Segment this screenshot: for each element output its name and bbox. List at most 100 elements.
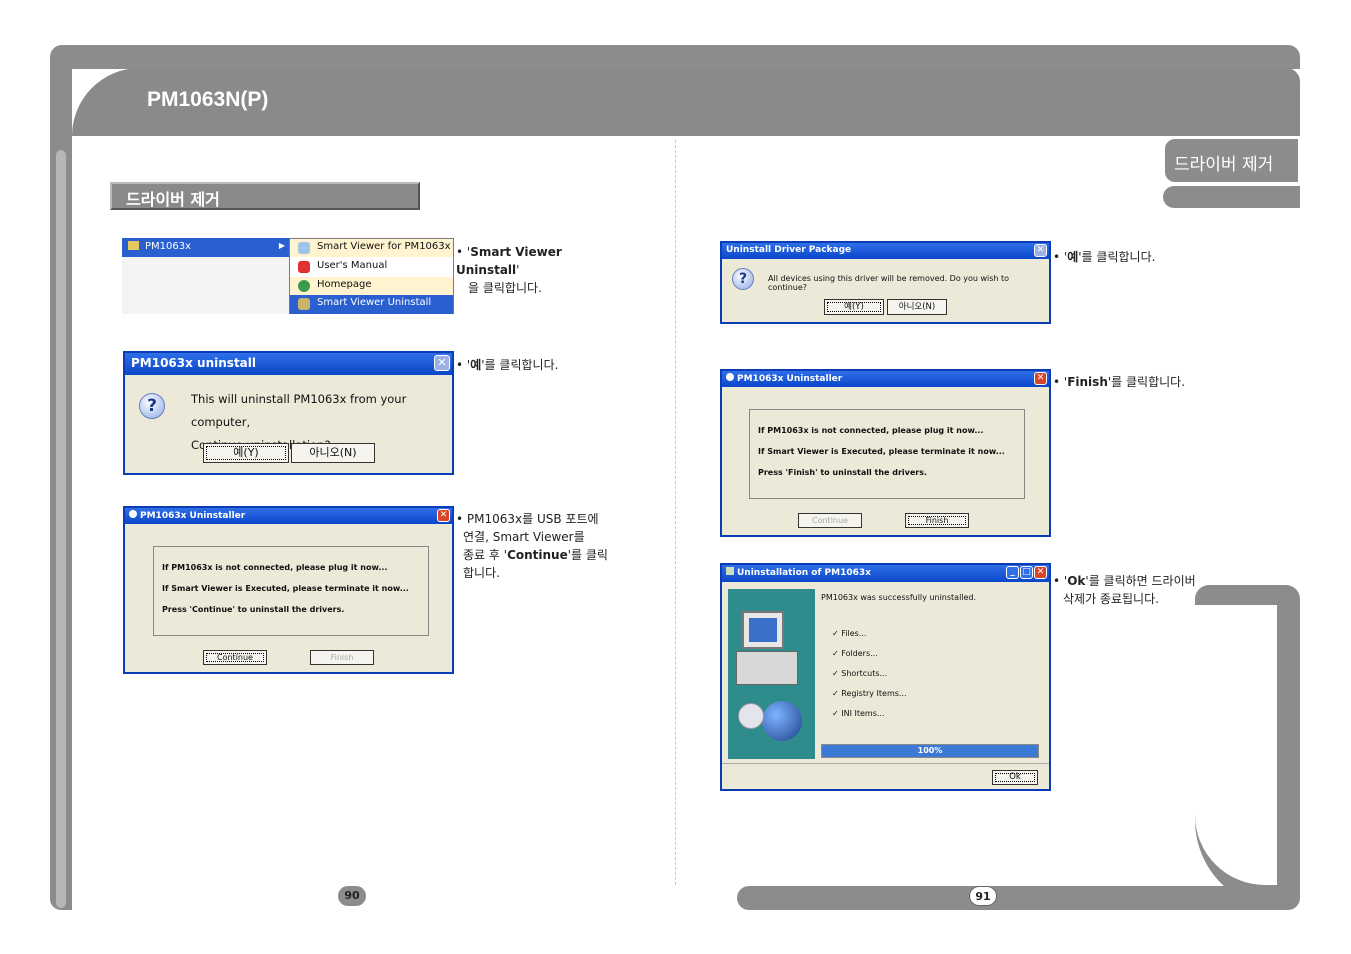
- cd-icon: [738, 703, 764, 729]
- removed-items-list: ✓ Files... ✓ Folders... ✓ Shortcuts... ✓…: [832, 629, 907, 729]
- dialog-titlebar: Uninstall Driver Package ✕: [722, 243, 1049, 259]
- step3-line3-suffix: '를 클릭: [567, 548, 608, 562]
- menu-item-smart-viewer-uninstall[interactable]: Smart Viewer Uninstall: [290, 295, 453, 314]
- menu-item-smart-viewer[interactable]: Smart Viewer for PM1063x: [290, 239, 453, 257]
- success-message: PM1063x was successfully uninstalled.: [821, 593, 977, 602]
- globe-icon: [298, 280, 310, 292]
- progress-bar: 100%: [821, 744, 1039, 758]
- menu-item-homepage[interactable]: Homepage: [290, 277, 453, 295]
- close-icon[interactable]: ✕: [1034, 372, 1047, 385]
- uninstaller-continue-dialog: PM1063x Uninstaller ✕ If PM1063x is not …: [123, 506, 454, 674]
- step2-prefix: • ': [456, 358, 471, 372]
- removed-item: ✓ Shortcuts...: [832, 669, 907, 689]
- close-icon[interactable]: ✕: [434, 355, 450, 371]
- minimize-icon[interactable]: _: [1006, 566, 1019, 579]
- step4-suffix: '를 클릭합니다.: [1078, 250, 1156, 264]
- folder-icon: [128, 241, 139, 250]
- step1-emphasis: Smart Viewer Uninstall: [456, 245, 562, 277]
- checkmark-icon: ✓: [832, 629, 842, 638]
- page-frame-top: [50, 45, 1300, 69]
- step1-suffix: ': [516, 263, 520, 277]
- yes-button[interactable]: 예(Y): [203, 443, 289, 463]
- no-button[interactable]: 아니오(N): [887, 299, 947, 315]
- step1-text: • 'Smart Viewer Uninstall' 을 클릭합니다.: [456, 243, 626, 297]
- continue-button[interactable]: Continue: [203, 650, 267, 665]
- message-panel: If PM1063x is not connected, please plug…: [153, 546, 429, 636]
- computer-illustration: [728, 589, 815, 759]
- question-icon: ?: [732, 268, 754, 290]
- uninstall-complete-dialog: Uninstallation of PM1063x _ □ ✕ PM1063x …: [720, 563, 1051, 791]
- continue-button[interactable]: Continue: [798, 513, 862, 528]
- question-icon: ?: [139, 393, 165, 419]
- step3-line2: 연결, Smart Viewer를: [463, 530, 585, 544]
- removed-item-label: INI Items...: [841, 709, 885, 718]
- menu-item-users-manual[interactable]: User's Manual: [290, 258, 453, 276]
- close-icon[interactable]: ✕: [1034, 566, 1047, 579]
- step3-line1: • PM1063x를 USB 포트에: [456, 512, 599, 526]
- menu-item-label: User's Manual: [317, 260, 388, 271]
- right-decor-curve-inner: [1195, 605, 1277, 885]
- menu-program-group[interactable]: PM1063x ▶: [122, 238, 289, 257]
- step6-prefix: • ': [1053, 574, 1068, 588]
- finish-button[interactable]: Finish: [310, 650, 374, 665]
- step6-suffix: '를 클릭하면 드라이버: [1085, 574, 1196, 588]
- yes-button[interactable]: 예(Y): [824, 299, 884, 315]
- menu-item-label: Smart Viewer Uninstall: [317, 297, 432, 308]
- step3-line4: 합니다.: [463, 566, 500, 580]
- menu-item-label: Homepage: [317, 279, 372, 290]
- checkmark-icon: ✓: [832, 689, 842, 698]
- finish-button[interactable]: Finish: [905, 513, 969, 528]
- dialog-title: PM1063x Uninstaller: [737, 374, 843, 384]
- message-panel: If PM1063x is not connected, please plug…: [749, 409, 1025, 499]
- removed-item: ✓ INI Items...: [832, 709, 907, 729]
- step6-line2: 삭제가 종료됩니다.: [1063, 592, 1159, 606]
- app-icon: [129, 510, 137, 518]
- removed-item-label: Registry Items...: [841, 689, 907, 698]
- dialog-titlebar: Uninstallation of PM1063x _ □ ✕: [722, 565, 1049, 582]
- message-line1: If PM1063x is not connected, please plug…: [162, 563, 388, 572]
- removed-item: ✓ Folders...: [832, 649, 907, 669]
- viewer-app-icon: [298, 242, 310, 254]
- dialog-titlebar: PM1063x uninstall ✕: [125, 353, 452, 375]
- message-line3: Press 'Continue' to uninstall the driver…: [162, 605, 345, 614]
- menu-item-label: Smart Viewer for PM1063x: [317, 241, 451, 252]
- no-button[interactable]: 아니오(N): [291, 443, 375, 463]
- checkmark-icon: ✓: [832, 709, 842, 718]
- page-divider: [675, 140, 676, 885]
- step3-line3-prefix: 종료 후 ': [463, 548, 508, 562]
- step4-text: • '예'를 클릭합니다.: [1053, 248, 1155, 266]
- maximize-icon[interactable]: □: [1020, 566, 1033, 579]
- page-number-left: 90: [338, 886, 366, 906]
- ok-button[interactable]: Ok: [992, 770, 1038, 785]
- monitor-icon: [742, 611, 784, 649]
- step3-emphasis: Continue: [507, 548, 568, 562]
- dialog-titlebar: PM1063x Uninstaller ✕: [722, 371, 1049, 387]
- chapter-tab: 드라이버 제거: [1163, 137, 1300, 184]
- removed-item: ✓ Files...: [832, 629, 907, 649]
- step2-text: • '예'를 클릭합니다.: [456, 356, 558, 374]
- step6-emphasis: Ok: [1067, 574, 1086, 588]
- close-icon[interactable]: ✕: [1034, 244, 1047, 257]
- removed-item-label: Shortcuts...: [841, 669, 888, 678]
- uninstall-icon: [298, 298, 310, 310]
- dialog-title: Uninstall Driver Package: [726, 245, 852, 255]
- removed-item: ✓ Registry Items...: [832, 689, 907, 709]
- message-line3: Press 'Finish' to uninstall the drivers.: [758, 468, 928, 477]
- message-line1: If PM1063x is not connected, please plug…: [758, 426, 984, 435]
- footer-divider: [722, 763, 1049, 764]
- uninstall-confirm-dialog: PM1063x uninstall ✕ ? This will uninstal…: [123, 351, 454, 475]
- bottom-bar: [737, 886, 1300, 910]
- step5-suffix: '를 클릭합니다.: [1107, 375, 1186, 389]
- dialog-title: Uninstallation of PM1063x: [737, 568, 871, 578]
- app-icon: [726, 373, 734, 381]
- computer-case-icon: [736, 651, 798, 685]
- submenu-arrow-icon: ▶: [278, 241, 285, 250]
- step5-prefix: • ': [1053, 375, 1068, 389]
- close-icon[interactable]: ✕: [437, 509, 450, 522]
- step4-emphasis: 예: [1067, 250, 1079, 264]
- uninstaller-finish-dialog: PM1063x Uninstaller ✕ If PM1063x is not …: [720, 369, 1051, 537]
- step4-prefix: • ': [1053, 250, 1068, 264]
- menu-program-group-label: PM1063x: [145, 241, 192, 252]
- removed-item-label: Folders...: [841, 649, 878, 658]
- dialog-title: PM1063x Uninstaller: [140, 511, 246, 521]
